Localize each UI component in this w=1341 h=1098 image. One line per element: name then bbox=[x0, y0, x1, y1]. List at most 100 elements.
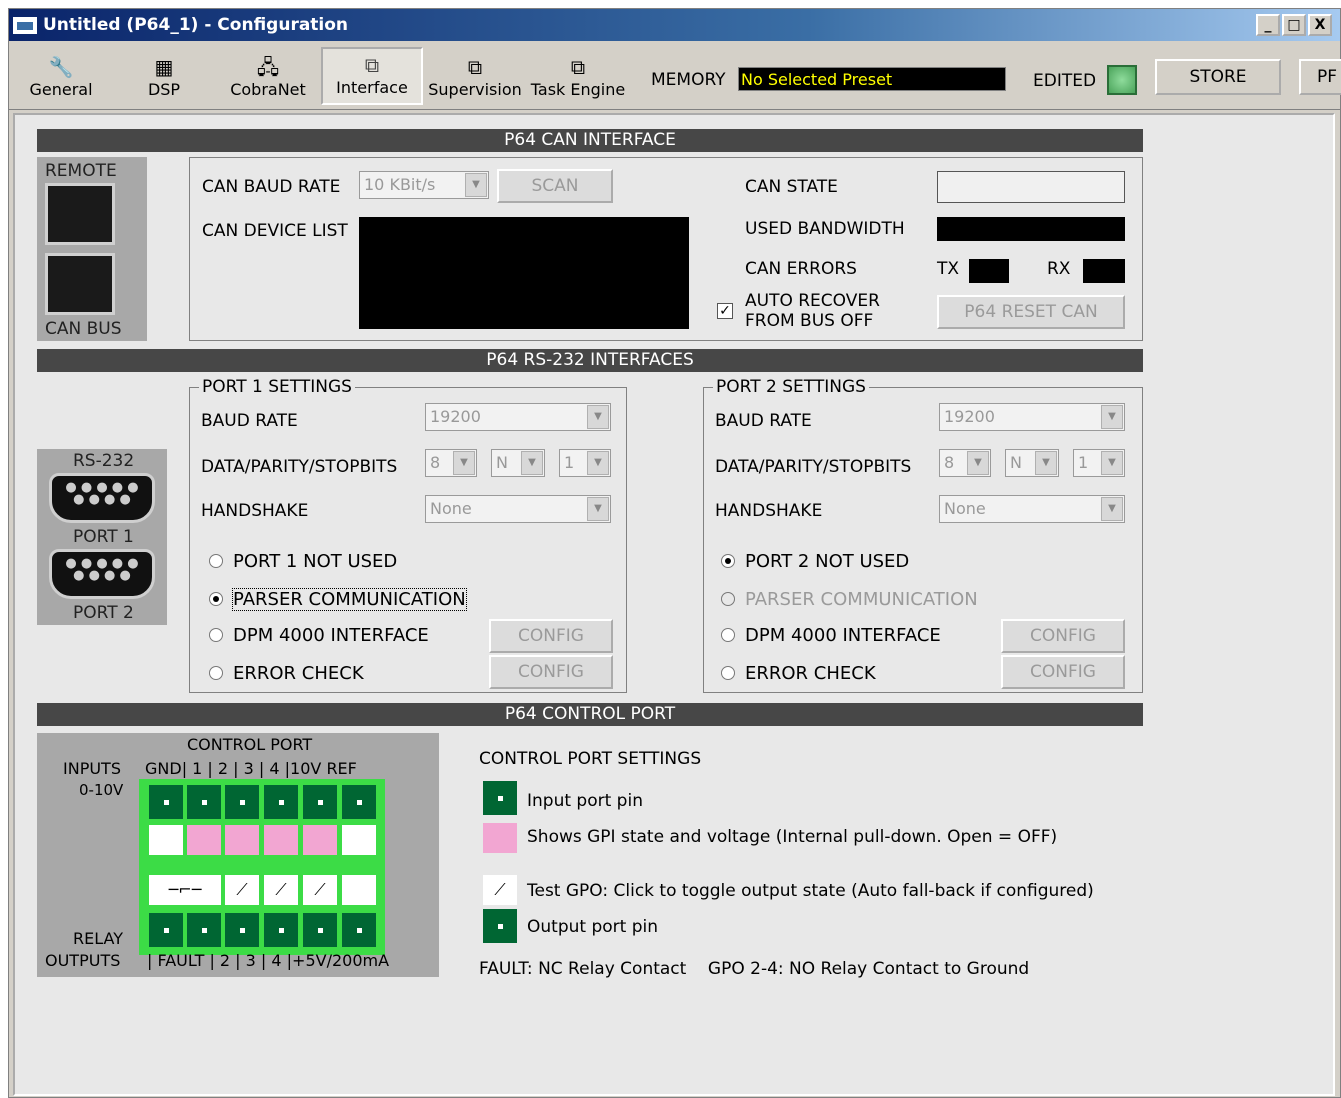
port1-not-used-radio[interactable]: PORT 1 NOT USED bbox=[209, 551, 397, 572]
chevron-down-icon[interactable]: ▼ bbox=[967, 451, 989, 475]
db9-port2-icon: ● ● ● ● ● ● ● ● ● bbox=[49, 549, 155, 599]
store-button[interactable]: STORE bbox=[1155, 59, 1281, 95]
rj45-remote-icon bbox=[45, 183, 115, 245]
port1-dpm4000-radio[interactable]: DPM 4000 INTERFACE bbox=[209, 625, 429, 646]
chevron-down-icon[interactable]: ▼ bbox=[453, 451, 475, 475]
port2-parser-communication-radio[interactable]: PARSER COMMUNICATION bbox=[721, 589, 978, 610]
chevron-down-icon[interactable]: ▼ bbox=[1101, 451, 1123, 475]
port2-data-bits-select[interactable]: 8 ▼ bbox=[939, 449, 991, 477]
tab-label: General bbox=[29, 80, 93, 99]
edited-indicator bbox=[1107, 65, 1137, 95]
chevron-down-icon[interactable]: ▼ bbox=[587, 405, 609, 429]
maximize-button[interactable]: □ bbox=[1282, 14, 1306, 36]
chevron-down-icon[interactable]: ▼ bbox=[1101, 497, 1123, 521]
port1-error-check-radio[interactable]: ERROR CHECK bbox=[209, 663, 364, 684]
port1-parser-communication-radio[interactable]: PARSER COMMUNICATION bbox=[209, 588, 467, 611]
can-connector-graphic: REMOTE CAN BUS bbox=[37, 157, 147, 341]
scan-button[interactable]: SCAN bbox=[497, 169, 613, 203]
port2-parity-value: N bbox=[1010, 453, 1022, 472]
auto-recover-checkbox[interactable]: ✓ bbox=[717, 303, 733, 319]
window-title: Untitled (P64_1) - Configuration bbox=[43, 15, 349, 35]
port2-dpm-config-button[interactable]: CONFIG bbox=[1001, 619, 1125, 653]
tab-label: Task Engine bbox=[530, 80, 626, 99]
port2-baud-select[interactable]: 19200 ▼ bbox=[939, 403, 1125, 431]
port1-stop-bits-select[interactable]: 1 ▼ bbox=[559, 449, 611, 477]
tab-interface[interactable]: ⧉ Interface bbox=[321, 47, 423, 105]
configuration-window: Untitled (P64_1) - Configuration _ □ X 🔧… bbox=[8, 8, 1341, 1098]
tab-dsp[interactable]: ▦ DSP bbox=[127, 47, 201, 105]
gpo-toggle-3[interactable]: ⟋ bbox=[264, 875, 298, 905]
gpo-toggle-2[interactable]: ⟋ bbox=[225, 875, 259, 905]
tx-error-display bbox=[969, 259, 1009, 283]
output-pin-fault-a bbox=[149, 913, 183, 947]
tab-general[interactable]: 🔧 General bbox=[23, 47, 99, 105]
rs232-label: RS-232 bbox=[73, 451, 135, 471]
gpo-toggle-4[interactable]: ⟋ bbox=[303, 875, 337, 905]
port1-baud-label: BAUD RATE bbox=[201, 411, 298, 431]
bottom-pin-labels: | FAULT | 2 | 3 | 4 |+5V/200mA bbox=[147, 951, 390, 970]
port2-error-check-radio[interactable]: ERROR CHECK bbox=[721, 663, 876, 684]
tab-task-engine[interactable]: ⧉ Task Engine bbox=[529, 47, 627, 105]
port1-parity-value: N bbox=[496, 453, 508, 472]
output-pin-5v bbox=[342, 913, 376, 947]
port2-not-used-radio[interactable]: PORT 2 NOT USED bbox=[721, 551, 909, 572]
minimize-button[interactable]: _ bbox=[1256, 14, 1280, 36]
port2-parity-select[interactable]: N ▼ bbox=[1005, 449, 1059, 477]
chevron-down-icon[interactable]: ▼ bbox=[465, 173, 487, 197]
p64-reset-can-button[interactable]: P64 RESET CAN bbox=[937, 295, 1125, 329]
gpi-state-4 bbox=[303, 825, 337, 855]
network-icon: 🖧 bbox=[256, 55, 280, 79]
tab-label: Interface bbox=[336, 78, 408, 97]
memory-preset-display: No Selected Preset bbox=[738, 67, 1006, 91]
remote-label: REMOTE bbox=[45, 161, 117, 181]
port2-stop-bits-select[interactable]: 1 ▼ bbox=[1073, 449, 1125, 477]
can-baud-select[interactable]: 10 KBit/s ▼ bbox=[359, 171, 489, 199]
port1-baud-select[interactable]: 19200 ▼ bbox=[425, 403, 611, 431]
interface-icon: ⧉ bbox=[364, 53, 380, 77]
tab-supervision[interactable]: ⧉ Supervision bbox=[427, 47, 523, 105]
chevron-down-icon[interactable]: ▼ bbox=[587, 451, 609, 475]
radio-label: DPM 4000 INTERFACE bbox=[233, 625, 429, 646]
port1-parity-select[interactable]: N ▼ bbox=[491, 449, 545, 477]
tab-cobranet[interactable]: 🖧 CobraNet bbox=[225, 47, 311, 105]
control-port-graphic: CONTROL PORT INPUTS 0-10V GND| 1 | 2 | 3… bbox=[37, 733, 439, 977]
can-device-list[interactable] bbox=[359, 217, 689, 329]
port1-data-bits-select[interactable]: 8 ▼ bbox=[425, 449, 477, 477]
port2-dpm4000-radio[interactable]: DPM 4000 INTERFACE bbox=[721, 625, 941, 646]
chevron-down-icon[interactable]: ▼ bbox=[1101, 405, 1123, 429]
output-pin-4 bbox=[303, 913, 337, 947]
output-pin-2 bbox=[225, 913, 259, 947]
tx-label: TX bbox=[937, 259, 960, 279]
port1-baud-value: 19200 bbox=[430, 407, 481, 426]
port1-error-config-button[interactable]: CONFIG bbox=[489, 655, 613, 689]
pf-button[interactable]: PF bbox=[1299, 59, 1341, 95]
wrench-icon: 🔧 bbox=[48, 55, 74, 79]
can-baud-label: CAN BAUD RATE bbox=[202, 177, 341, 197]
gpi-state-10v bbox=[342, 825, 376, 855]
top-pin-labels: GND| 1 | 2 | 3 | 4 |10V REF bbox=[145, 759, 357, 778]
radio-label: DPM 4000 INTERFACE bbox=[745, 625, 941, 646]
port1-dps-label: DATA/PARITY/STOPBITS bbox=[201, 457, 398, 477]
radio-label: PARSER COMMUNICATION bbox=[745, 589, 978, 610]
output-pin-fault-b bbox=[187, 913, 221, 947]
relay-label: RELAY bbox=[73, 929, 123, 948]
radio-label: PARSER COMMUNICATION bbox=[232, 588, 467, 611]
rx-error-display bbox=[1083, 259, 1125, 283]
can-baud-value: 10 KBit/s bbox=[364, 175, 436, 194]
port2-handshake-value: None bbox=[944, 499, 986, 518]
chevron-down-icon[interactable]: ▼ bbox=[1035, 451, 1057, 475]
used-bandwidth-display bbox=[937, 217, 1125, 241]
radio-icon bbox=[209, 666, 223, 680]
port2-error-config-button[interactable]: CONFIG bbox=[1001, 655, 1125, 689]
port1-handshake-select[interactable]: None ▼ bbox=[425, 495, 611, 523]
auto-recover-line2: FROM BUS OFF bbox=[745, 311, 874, 331]
gpi-state-1 bbox=[187, 825, 221, 855]
port2-handshake-select[interactable]: None ▼ bbox=[939, 495, 1125, 523]
port1-dpm-config-button[interactable]: CONFIG bbox=[489, 619, 613, 653]
fault-relay-toggle[interactable]: ─⌐─ bbox=[149, 875, 221, 905]
chevron-down-icon[interactable]: ▼ bbox=[587, 497, 609, 521]
port1-data-value: 8 bbox=[430, 453, 441, 472]
close-button[interactable]: X bbox=[1308, 14, 1332, 36]
chevron-down-icon[interactable]: ▼ bbox=[521, 451, 543, 475]
input-pin-2 bbox=[225, 785, 259, 819]
